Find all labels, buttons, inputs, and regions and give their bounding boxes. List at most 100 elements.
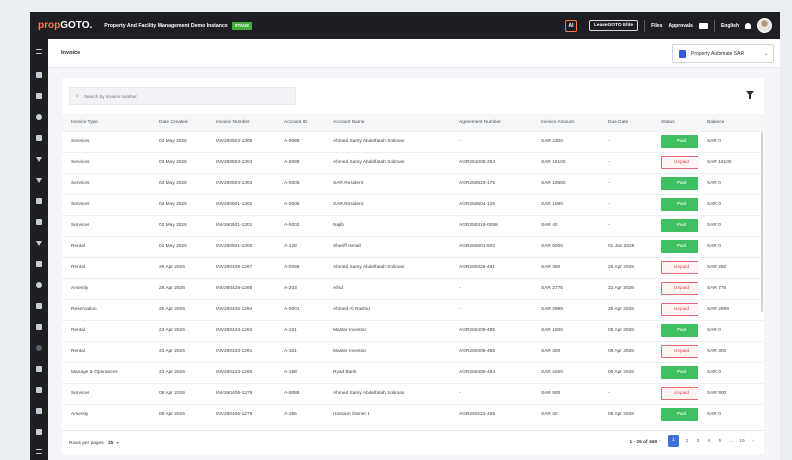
- avatar[interactable]: [757, 18, 772, 33]
- cell-date-created: 08 Apr 2026: [150, 382, 207, 404]
- company-selector[interactable]: Property Automate SAR ⌄: [672, 44, 774, 63]
- dashboard-icon[interactable]: [36, 72, 42, 78]
- column-header-balance[interactable]: Balance: [698, 114, 764, 131]
- table-row[interactable]: Reservation 25 Apr 2026 INV260425-1294 A-00…: [62, 298, 764, 320]
- table-row[interactable]: Rental 01 May 2026 INV260501-1300 A-128 Sher…: [62, 235, 764, 257]
- column-header-invoice-amount[interactable]: Invoice Amount: [532, 114, 599, 131]
- grid-icon[interactable]: [36, 261, 42, 267]
- next-page-button[interactable]: ›: [750, 439, 756, 444]
- page-button-3[interactable]: 3: [695, 439, 701, 444]
- column-header-invoice-number[interactable]: Invoice Number: [207, 114, 275, 131]
- cell-invoice-type: Rental: [62, 340, 150, 362]
- cell-account-id: A-0005: [275, 172, 324, 194]
- user-icon[interactable]: [36, 114, 42, 120]
- cell-status: Paid: [652, 130, 698, 152]
- table-row[interactable]: Rental 23 Apr 2026 INV260423-1292 A-161 Mast…: [62, 319, 764, 341]
- rows-per-page-value[interactable]: 25: [108, 441, 113, 446]
- approvals-link[interactable]: Approvals: [668, 23, 692, 29]
- column-header-invoice-type[interactable]: Invoice Type: [62, 114, 150, 131]
- page-button-19[interactable]: 19: [739, 439, 745, 444]
- page-button-2[interactable]: 2: [684, 439, 690, 444]
- ai-icon[interactable]: AI: [564, 19, 577, 32]
- grid-icon[interactable]: [36, 219, 42, 225]
- grid-icon[interactable]: [36, 429, 42, 435]
- page-button-4[interactable]: 4: [706, 439, 712, 444]
- cell-agreement-number: AGR260408-484: [450, 361, 532, 383]
- instance-name: Property And Facility Management Demo In…: [104, 22, 228, 29]
- elite-button[interactable]: LeaseGOTO Elite: [588, 20, 639, 31]
- cell-account-id: A-161: [275, 340, 324, 362]
- table-row[interactable]: Services 03 May 2026 INV260503-1304 A-0088 A…: [62, 151, 764, 173]
- grid-icon[interactable]: [36, 303, 42, 309]
- table-row[interactable]: Manage & Operations 23 Apr 2026 INV260423-…: [62, 361, 764, 383]
- logo[interactable]: propGOTO.: [38, 20, 92, 31]
- circle-icon[interactable]: [36, 345, 42, 351]
- search-input[interactable]: [83, 93, 264, 99]
- chevron-down-icon[interactable]: ▾: [117, 440, 119, 445]
- cell-due-date: -: [599, 382, 652, 404]
- column-header-account-name[interactable]: Account Name: [324, 114, 450, 131]
- page-button-5[interactable]: 5: [717, 439, 723, 444]
- mail-icon[interactable]: [698, 22, 708, 29]
- cell-account-name: Master Investor: [324, 340, 450, 362]
- page-ellipsis[interactable]: ...: [728, 439, 734, 444]
- cell-invoice-type: Services: [62, 172, 150, 194]
- status-badge: Paid: [661, 366, 698, 379]
- divider: [713, 19, 715, 32]
- cell-due-date: -: [599, 193, 652, 215]
- filter-icon[interactable]: [746, 91, 754, 99]
- search-box[interactable]: ⌕: [69, 87, 296, 105]
- files-link[interactable]: Files: [651, 23, 662, 29]
- cell-agreement-number: AGR250504-126: [450, 193, 532, 215]
- cell-balance: SAR 0: [698, 403, 764, 425]
- status-badge: Paid: [661, 177, 698, 190]
- column-header-agreement-number[interactable]: Agreement Number: [450, 114, 532, 131]
- cell-account-name: Ahmed Samy Abdelfatah Soliman: [324, 382, 450, 404]
- cell-agreement-number: AGR260501-502: [450, 235, 532, 257]
- column-header-due-date[interactable]: Due Date: [599, 114, 652, 131]
- grid-icon[interactable]: [36, 93, 42, 99]
- grid-icon[interactable]: [36, 366, 42, 372]
- cell-date-created: 03 May 2026: [150, 151, 207, 173]
- grid-icon[interactable]: [36, 408, 42, 414]
- language-selector[interactable]: English: [721, 23, 739, 29]
- menu-icon[interactable]: [36, 49, 42, 54]
- cell-invoice-number: INV260406-1275: [207, 403, 275, 425]
- chart-icon[interactable]: [36, 324, 42, 330]
- scrollbar[interactable]: [761, 132, 763, 312]
- status-badge: Unpaid: [661, 156, 698, 169]
- table-row[interactable]: Services 08 Apr 2026 INV260408-1279 A-0088 A…: [62, 382, 764, 404]
- table-row[interactable]: Amenity 06 Apr 2026 INV260406-1275 A-195 Hos…: [62, 403, 764, 425]
- document-icon[interactable]: [36, 135, 42, 141]
- table-row[interactable]: Amenity 28 Apr 2026 INV260428-1295 A-203 Afr…: [62, 277, 764, 299]
- column-header-date-created[interactable]: Date Created: [150, 114, 207, 131]
- building-icon[interactable]: [36, 198, 42, 204]
- page-button-1[interactable]: 1: [668, 435, 679, 447]
- bell-icon[interactable]: [745, 22, 751, 29]
- funnel-icon[interactable]: [36, 241, 42, 246]
- cell-agreement-number: -: [450, 298, 532, 320]
- table-row[interactable]: Services 03 May 2026 INV260503-1303 A-0005 S…: [62, 172, 764, 194]
- filter-nav-icon[interactable]: [36, 157, 42, 162]
- table-row[interactable]: Services 03 May 2026 INV260503-1305 A-0088 A…: [62, 130, 764, 152]
- settings-icon[interactable]: [36, 282, 42, 288]
- prev-page-button[interactable]: ‹: [657, 439, 663, 444]
- funnel-icon[interactable]: [36, 178, 42, 183]
- cell-account-name: Master Investor: [324, 319, 450, 341]
- grid-icon[interactable]: [36, 387, 42, 393]
- page-title: Invoice: [61, 50, 81, 56]
- table-row[interactable]: Rental 23 Apr 2026 INV260423-1291 A-161 Mast…: [62, 340, 764, 362]
- table-row[interactable]: Rental 29 Apr 2026 INV260429-1297 A-0088 Ahm…: [62, 256, 764, 278]
- company-icon: [679, 49, 686, 58]
- status-badge: Unpaid: [661, 387, 698, 400]
- cell-due-date: 25 Apr 2026: [599, 298, 652, 320]
- status-badge: Unpaid: [661, 303, 698, 316]
- cell-invoice-type: Rental: [62, 319, 150, 341]
- column-header-status[interactable]: Status: [652, 114, 698, 131]
- table-row[interactable]: Services 02 May 2026 INV260501-1302 A-0005 S…: [62, 193, 764, 215]
- list-icon[interactable]: [36, 449, 42, 454]
- rows-per-page[interactable]: Rows per pages 25 ▾: [69, 440, 119, 446]
- column-header-account-id[interactable]: Account ID: [275, 114, 324, 131]
- table-row[interactable]: Services 02 May 2026 INV260501-1301 A-0002 N…: [62, 214, 764, 236]
- chevron-down-icon: ⌄: [763, 50, 768, 57]
